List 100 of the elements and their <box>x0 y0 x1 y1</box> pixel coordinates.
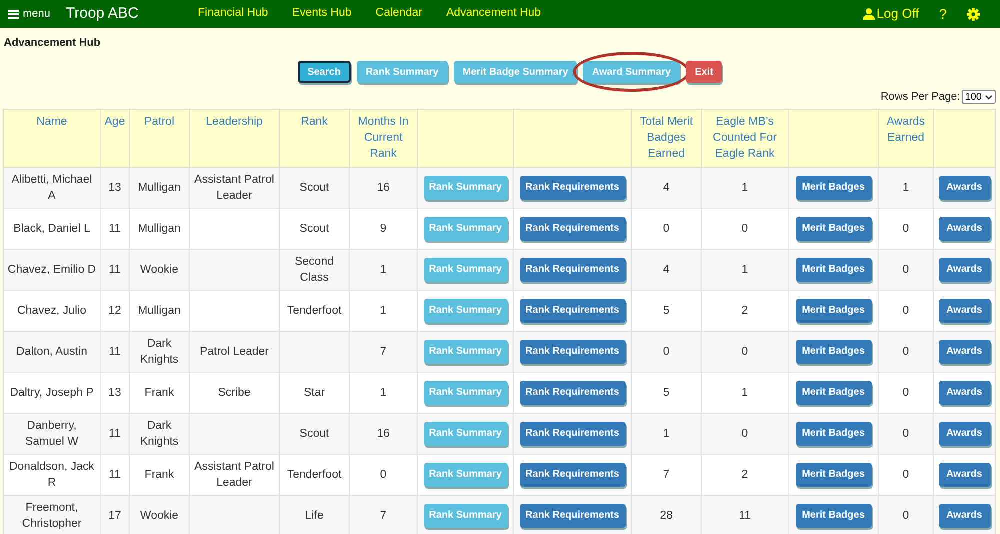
row-button[interactable]: Awards <box>938 380 990 404</box>
table-cell: Scout <box>300 222 330 234</box>
table-cell: Scout <box>300 182 330 194</box>
brand-title[interactable]: Troop ABC <box>66 2 198 26</box>
row-button[interactable]: Rank Requirements <box>520 422 626 446</box>
table-cell: 2 <box>742 304 748 316</box>
chevron-down-icon <box>985 94 993 100</box>
table-cell: Danberry, Samuel W <box>25 420 79 448</box>
row-button[interactable]: Rank Requirements <box>520 298 626 322</box>
table-cell: Chavez, Julio <box>17 304 87 316</box>
row-button[interactable]: Rank Requirements <box>520 340 626 364</box>
row-button[interactable]: Merit Badges <box>796 216 872 240</box>
row-button[interactable]: Awards <box>938 504 990 528</box>
row-button[interactable]: Awards <box>938 176 990 200</box>
nav-link[interactable]: Advancement Hub <box>446 5 542 23</box>
table-cell: 4 <box>663 264 670 276</box>
table-cell: Wookie <box>140 510 179 522</box>
table-cell: 13 <box>108 386 122 398</box>
table-cell: 1 <box>742 182 748 194</box>
column-header: Rank <box>301 116 328 128</box>
table-cell: 0 <box>380 468 387 480</box>
table-cell: 0 <box>902 346 910 358</box>
table-cell: 11 <box>109 346 121 358</box>
table-cell: 13 <box>108 182 122 194</box>
table-cell: 11 <box>109 222 121 234</box>
table-cell: Scout <box>300 428 330 440</box>
row-button[interactable]: Merit Badges <box>796 422 872 446</box>
row-button[interactable]: Merit Badges <box>796 298 872 322</box>
toolbar-button[interactable]: Exit <box>686 61 722 83</box>
table-cell: 0 <box>742 222 748 234</box>
nav-link[interactable]: Financial Hub <box>198 5 268 23</box>
menu-icon[interactable] <box>8 9 19 19</box>
row-button[interactable]: Awards <box>938 298 990 322</box>
row-button[interactable]: Rank Requirements <box>520 176 626 200</box>
column-header: Age <box>104 116 126 128</box>
user-icon <box>862 8 875 20</box>
row-button[interactable]: Merit Badges <box>796 340 872 364</box>
table-cell: 7 <box>380 346 387 358</box>
column-header: Leadership <box>206 116 263 128</box>
row-button[interactable]: Rank Requirements <box>520 216 626 240</box>
menu-label[interactable]: menu <box>23 6 51 22</box>
row-button[interactable]: Merit Badges <box>796 462 872 486</box>
table-cell: 17 <box>108 510 122 522</box>
table-cell: 16 <box>377 428 390 440</box>
row-button[interactable]: Rank Requirements <box>520 462 626 486</box>
table-cell: Dalton, Austin <box>16 346 88 358</box>
settings-icon[interactable] <box>967 8 980 20</box>
row-button[interactable]: Rank Requirements <box>520 258 626 282</box>
table-cell: Assistant Patrol Leader <box>194 460 274 488</box>
table-cell: 0 <box>902 264 910 276</box>
nav-link[interactable]: Events Hub <box>292 5 352 23</box>
row-button[interactable]: Merit Badges <box>796 380 872 404</box>
table-cell: Scribe <box>218 386 251 398</box>
row-button[interactable]: Awards <box>938 258 990 282</box>
row-button[interactable]: Rank Requirements <box>520 380 626 404</box>
table-cell: Patrol Leader <box>200 346 270 358</box>
table-cell: Tenderfoot <box>287 468 342 480</box>
table-cell: 7 <box>380 510 387 522</box>
table-cell: 5 <box>663 304 670 316</box>
table-cell: 1 <box>742 264 748 276</box>
row-button[interactable]: Merit Badges <box>796 258 872 282</box>
toolbar-button[interactable]: Search <box>298 61 351 83</box>
row-button[interactable]: Merit Badges <box>796 504 872 528</box>
table-cell: Mulligan <box>138 304 181 316</box>
table-cell: Mulligan <box>138 182 181 194</box>
table-cell: Frank <box>144 468 174 480</box>
table-cell: Frank <box>144 386 174 398</box>
column-header: Eagle MB’s Counted For Eagle Rank <box>713 116 777 160</box>
table-cell: Life <box>305 510 324 522</box>
row-button[interactable]: Merit Badges <box>796 176 872 200</box>
rows-per-page-select[interactable]: 100 <box>962 90 996 104</box>
table-cell: 1 <box>380 304 387 316</box>
table-cell: 0 <box>902 428 910 440</box>
table-cell: 0 <box>902 510 910 522</box>
table-cell: 0 <box>902 222 910 234</box>
row-button[interactable]: Awards <box>938 462 990 486</box>
table-cell: 0 <box>902 386 910 398</box>
column-header: Awards Earned <box>886 116 926 144</box>
table-cell: 11 <box>739 510 751 522</box>
table-cell: 5 <box>663 386 670 398</box>
table-cell: 12 <box>108 304 122 316</box>
rows-per-page-label: Rows Per Page: <box>880 90 960 105</box>
column-header: Name <box>36 116 68 128</box>
nav-link[interactable]: Calendar <box>376 5 422 23</box>
row-button[interactable]: Awards <box>938 216 990 240</box>
table-cell: 16 <box>377 182 390 194</box>
table-cell: 11 <box>109 468 121 480</box>
help-link[interactable]: ? <box>939 4 947 24</box>
row-button[interactable]: Awards <box>938 422 990 446</box>
table-cell: 1 <box>380 386 387 398</box>
table-cell: Mulligan <box>138 222 181 234</box>
row-button[interactable]: Awards <box>938 340 990 364</box>
table-cell: 9 <box>380 222 387 234</box>
row-button[interactable]: Rank Requirements <box>520 504 626 528</box>
table-cell: Alibetti, Michael A <box>12 174 92 202</box>
log-off-link[interactable]: Log Off <box>862 4 920 24</box>
table-cell: 1 <box>380 264 387 276</box>
column-header: Patrol <box>144 116 175 128</box>
table-cell: Assistant Patrol Leader <box>194 174 274 202</box>
table-cell: 0 <box>902 304 910 316</box>
